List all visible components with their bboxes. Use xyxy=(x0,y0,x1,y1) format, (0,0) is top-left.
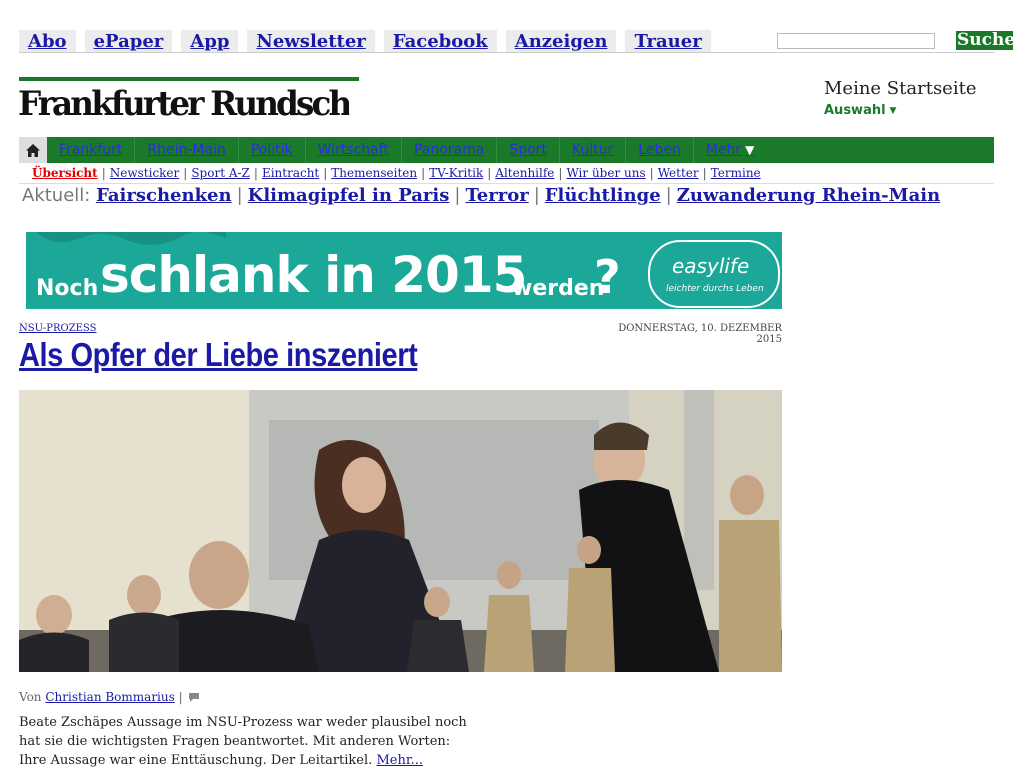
separator: | xyxy=(183,166,188,180)
subnav-item-termine[interactable]: Termine xyxy=(711,166,761,180)
banner-headline: schlank in 2015 xyxy=(100,246,527,304)
banner-text-werden: werden xyxy=(512,276,605,301)
separator: | xyxy=(702,166,707,180)
brand-tagline: leichter durchs Leben xyxy=(666,284,764,294)
article-photo[interactable] xyxy=(19,390,782,672)
separator: | xyxy=(533,185,540,206)
nav-home[interactable] xyxy=(19,137,47,163)
link-facebook[interactable]: Facebook xyxy=(383,30,497,52)
subnav-item-newsticker[interactable]: Newsticker xyxy=(110,166,180,180)
separator: | xyxy=(558,166,563,180)
separator: | xyxy=(101,166,106,180)
subnav-item-overview[interactable]: Übersicht xyxy=(32,166,98,180)
triangle-down-icon: ▼ xyxy=(889,106,897,116)
nav-item-rhein-main[interactable]: Rhein-Main xyxy=(135,137,239,163)
banner-text-noch: Noch xyxy=(36,276,99,301)
link-trauer[interactable]: Trauer xyxy=(625,30,711,52)
article-date: DONNERSTAG, 10. DEZEMBER 2015 xyxy=(618,323,782,345)
article-kicker[interactable]: NSU-PROZESS xyxy=(19,323,96,334)
nav-item-sport[interactable]: Sport xyxy=(497,137,560,163)
separator: | xyxy=(253,166,258,180)
topic-link[interactable]: Fairschenken xyxy=(96,185,232,206)
article-teaser: Beate Zschäpes Aussage im NSU-Prozess wa… xyxy=(19,713,479,770)
brand-name: easylife xyxy=(672,254,750,278)
current-topics: Aktuell: Fairschenken | Klimagipfel in Par… xyxy=(22,185,940,206)
courtroom-photo-illustration xyxy=(19,390,782,672)
subnav-item-tv-kritik[interactable]: TV-Kritik xyxy=(429,166,483,180)
subnav-item-wetter[interactable]: Wetter xyxy=(658,166,699,180)
my-homepage-title: Meine Startseite xyxy=(824,78,977,99)
link-epaper[interactable]: ePaper xyxy=(84,30,173,52)
link-anzeigen[interactable]: Anzeigen xyxy=(505,30,617,52)
separator: | xyxy=(665,185,672,206)
link-abo[interactable]: Abo xyxy=(19,30,76,52)
article-byline: Von Christian Bommarius | xyxy=(19,690,200,706)
nav-more-label: Mehr xyxy=(705,142,742,158)
nav-item-more[interactable]: Mehr ▼ xyxy=(694,137,767,163)
read-more-link[interactable]: Mehr... xyxy=(376,753,423,768)
separator: | xyxy=(421,166,426,180)
nav-item-frankfurt[interactable]: Frankfurt xyxy=(47,137,136,163)
separator: | xyxy=(236,185,243,206)
topic-link[interactable]: Zuwanderung Rhein-Main xyxy=(677,185,940,206)
nav-item-leben[interactable]: Leben xyxy=(626,137,694,163)
sub-nav: Übersicht | Newsticker | Sport A-Z | Eintra… xyxy=(19,163,994,184)
search-button[interactable]: Suche xyxy=(956,31,1013,50)
logo-rule xyxy=(19,77,359,81)
subnav-item-sport-a-z[interactable]: Sport A-Z xyxy=(191,166,250,180)
current-topics-label: Aktuell: xyxy=(22,185,91,206)
home-icon xyxy=(26,143,40,157)
nav-item-kultur[interactable]: Kultur xyxy=(560,137,627,163)
link-app[interactable]: App xyxy=(181,30,239,52)
subnav-item-eintracht[interactable]: Eintracht xyxy=(262,166,319,180)
subnav-item-themenseiten[interactable]: Themenseiten xyxy=(331,166,417,180)
separator: | xyxy=(649,166,654,180)
nav-item-panorama[interactable]: Panorama xyxy=(402,137,498,163)
byline-prefix: Von xyxy=(19,690,42,704)
subnav-item-altenhilfe[interactable]: Altenhilfe xyxy=(495,166,554,180)
nav-item-politik[interactable]: Politik xyxy=(239,137,306,163)
banner-ad[interactable]: Noch schlank in 2015 werden ? easylife l… xyxy=(26,232,782,309)
my-homepage-widget: Meine Startseite Auswahl ▼ xyxy=(824,78,976,122)
comment-icon[interactable] xyxy=(188,692,200,706)
link-newsletter[interactable]: Newsletter xyxy=(247,30,375,52)
article-headline[interactable]: Als Opfer der Liebe inszeniert xyxy=(19,336,418,374)
author-link[interactable]: Christian Bommarius xyxy=(45,690,174,704)
separator: | xyxy=(323,166,328,180)
topic-link[interactable]: Klimagipfel in Paris xyxy=(248,185,450,206)
service-links: Abo ePaper App Newsletter Facebook Anzei… xyxy=(19,30,711,52)
selection-dropdown[interactable]: Auswahl ▼ xyxy=(824,100,976,122)
byline-separator: | xyxy=(178,690,183,704)
banner-question-mark: ? xyxy=(594,250,621,304)
triangle-down-icon: ▼ xyxy=(745,143,755,157)
selection-label: Auswahl xyxy=(824,103,886,118)
separator: | xyxy=(454,185,461,206)
separator: | xyxy=(487,166,492,180)
topic-link[interactable]: Flüchtlinge xyxy=(545,185,661,206)
main-nav: Frankfurt Rhein-Main Politik Wirtschaft … xyxy=(19,137,994,163)
site-logo[interactable]: Frankfurter Rundschau xyxy=(18,84,349,124)
service-bar: Abo ePaper App Newsletter Facebook Anzei… xyxy=(19,30,1013,53)
search-input[interactable] xyxy=(777,33,935,49)
subnav-item-about-us[interactable]: Wir über uns xyxy=(566,166,645,180)
nav-item-wirtschaft[interactable]: Wirtschaft xyxy=(306,137,402,163)
topic-link[interactable]: Terror xyxy=(465,185,528,206)
